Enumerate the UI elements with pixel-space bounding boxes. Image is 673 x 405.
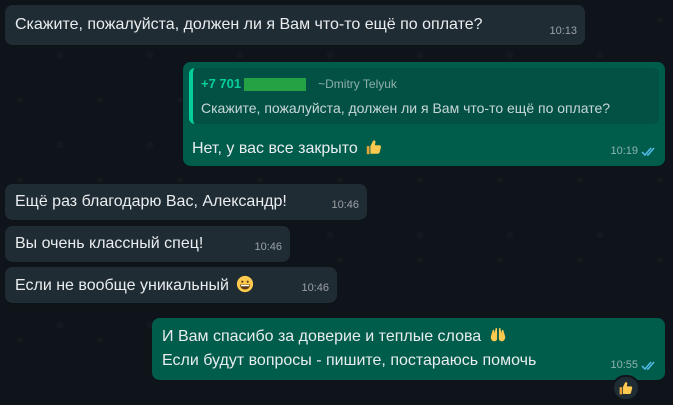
- message-body: Нет, у вас все закрыто: [192, 138, 383, 159]
- grinning-face-emoji: [237, 275, 254, 293]
- message-line-1: И Вам спасибо за доверие и теплые слова: [162, 326, 655, 347]
- message-text: Если не вообще уникальный: [15, 277, 229, 294]
- read-ticks-icon: [641, 361, 655, 370]
- message-time: 10:19: [610, 141, 657, 161]
- message-text: Вы очень классный спец!: [15, 235, 204, 252]
- incoming-message[interactable]: Скажите, пожалуйста, должен ли я Вам что…: [5, 5, 585, 45]
- quote-alias: ~Dmitry Telyuk: [318, 77, 397, 91]
- chat-window: Скажите, пожалуйста, должен ли я Вам что…: [0, 0, 673, 405]
- message-time: 10:55: [610, 355, 657, 375]
- quote-sender: +7 701 ~Dmitry Telyuk: [201, 74, 651, 94]
- message-text: Скажите, пожалуйста, должен ли я Вам что…: [15, 16, 483, 33]
- message-time: 10:46: [254, 241, 282, 253]
- message-time: 10:46: [331, 199, 359, 211]
- outgoing-message[interactable]: И Вам спасибо за доверие и теплые слова …: [152, 318, 665, 380]
- message-text: Если будут вопросы - пишите, постараюсь …: [162, 352, 537, 369]
- thumbs-up-emoji: [619, 382, 633, 395]
- message-text: И Вам спасибо за доверие и теплые слова: [162, 328, 482, 345]
- redacted-phone: [244, 77, 307, 91]
- quoted-message[interactable]: +7 701 ~Dmitry Telyuk Скажите, пожалуйст…: [189, 68, 659, 124]
- incoming-message[interactable]: Вы очень классный спец! 10:46: [5, 226, 290, 262]
- read-ticks-icon: [641, 147, 655, 156]
- outgoing-message[interactable]: +7 701 ~Dmitry Telyuk Скажите, пожалуйст…: [183, 62, 665, 166]
- quote-text: Скажите, пожалуйста, должен ли я Вам что…: [201, 100, 611, 116]
- message-text: Нет, у вас все закрыто: [192, 140, 358, 157]
- message-reaction[interactable]: [612, 375, 640, 401]
- message-time: 10:13: [549, 25, 577, 37]
- incoming-message[interactable]: Если не вообще уникальный 10:46: [5, 267, 337, 303]
- incoming-message[interactable]: Ещё раз благодарю Вас, Александр! 10:46: [5, 184, 367, 220]
- message-text: Ещё раз благодарю Вас, Александр!: [15, 193, 287, 210]
- message-line-2: Если будут вопросы - пишите, постараюсь …: [162, 351, 655, 371]
- message-time: 10:46: [301, 282, 329, 294]
- thumbs-up-emoji: [367, 140, 382, 155]
- raised-hands-emoji: [490, 328, 505, 342]
